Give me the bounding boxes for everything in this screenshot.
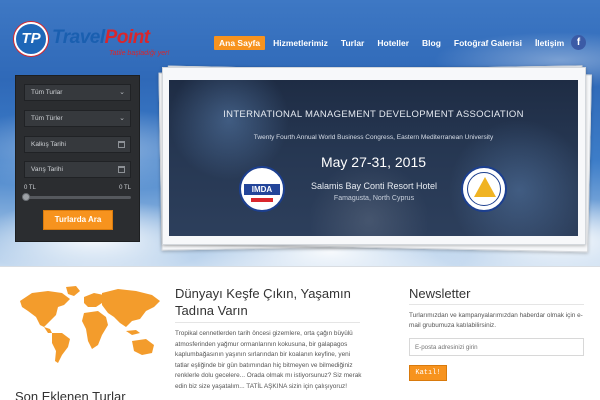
conference-banner[interactable]: INTERNATIONAL MANAGEMENT DEVELOPMENT ASS… bbox=[169, 80, 578, 236]
tour-search-panel: Tüm Turlar ⌄ Tüm Türler ⌄ Kalkış Tarihi … bbox=[15, 75, 140, 242]
banner-city: Famagusta, North Cyprus bbox=[333, 195, 415, 202]
tour-select-value: Tüm Turlar bbox=[31, 89, 63, 96]
search-tours-button[interactable]: Turlarda Ara bbox=[43, 210, 113, 230]
chevron-down-icon: ⌄ bbox=[119, 115, 125, 122]
hero-divider bbox=[0, 266, 600, 267]
world-map-icon bbox=[20, 286, 160, 363]
logo-badge-letters: TP bbox=[21, 30, 41, 47]
discover-text: Tropikal cennetlerden tarih öncesi gizem… bbox=[175, 330, 362, 390]
banner-date: May 27-31, 2015 bbox=[320, 154, 427, 170]
imda-logo-icon: IMDA bbox=[239, 166, 285, 212]
nav-item-home[interactable]: Ana Sayfa bbox=[214, 36, 266, 50]
price-range-track[interactable] bbox=[24, 196, 131, 199]
newsletter-join-button[interactable]: Katıl! bbox=[409, 365, 447, 381]
price-range-labels: 0 TL 0 TL bbox=[24, 185, 131, 191]
discover-title: Dünyayı Keşfe Çıkın, Yaşamın Tadına Varı… bbox=[175, 286, 351, 318]
price-max-label: 0 TL bbox=[119, 185, 131, 191]
calendar-icon bbox=[118, 141, 125, 148]
hero-section: TP TravelPoint Tatile başladığı yer! Ana… bbox=[0, 0, 600, 267]
nav-item-contact[interactable]: İletişim bbox=[530, 36, 569, 50]
newsletter-email-input[interactable] bbox=[409, 338, 584, 356]
university-seal-triangle bbox=[474, 177, 496, 197]
logo-name-travel: Travel bbox=[52, 27, 105, 48]
type-select[interactable]: Tüm Türler ⌄ bbox=[24, 110, 131, 127]
calendar-icon bbox=[118, 166, 125, 173]
logo-name-point: Point bbox=[104, 27, 151, 48]
main-nav: Ana Sayfa Hizmetlerimiz Turlar Hoteller … bbox=[214, 36, 572, 50]
university-seal-icon bbox=[461, 166, 507, 212]
price-range-handle[interactable] bbox=[22, 193, 30, 201]
nav-item-tours[interactable]: Turlar bbox=[336, 36, 369, 50]
banner-organization: INTERNATIONAL MANAGEMENT DEVELOPMENT ASS… bbox=[223, 109, 524, 120]
nav-item-hotels[interactable]: Hoteller bbox=[372, 36, 414, 50]
imda-logo-red-bar bbox=[251, 198, 273, 202]
type-select-value: Tüm Türler bbox=[31, 115, 63, 122]
chevron-down-icon: ⌄ bbox=[119, 89, 125, 96]
tour-select[interactable]: Tüm Turlar ⌄ bbox=[24, 84, 131, 101]
nav-item-gallery[interactable]: Fotoğraf Galerisi bbox=[449, 36, 527, 50]
return-date-input[interactable]: Varış Tarihi bbox=[24, 161, 131, 178]
departure-date-placeholder: Kalkış Tarihi bbox=[31, 141, 66, 148]
logo-name: TravelPoint bbox=[52, 27, 150, 49]
discover-divider bbox=[175, 322, 360, 323]
imda-logo-text: IMDA bbox=[251, 185, 273, 194]
latest-tours-title: Son Eklenen Turlar bbox=[15, 389, 126, 400]
banner-subtitle: Twenty Fourth Annual World Business Cong… bbox=[253, 134, 494, 141]
facebook-icon[interactable]: f bbox=[571, 35, 586, 50]
logo-tagline: Tatile başladığı yer! bbox=[109, 50, 170, 57]
price-min-label: 0 TL bbox=[24, 185, 36, 191]
nav-item-blog[interactable]: Blog bbox=[417, 36, 446, 50]
banner-venue: Salamis Bay Conti Resort Hotel bbox=[310, 181, 438, 191]
logo-badge: TP bbox=[14, 22, 48, 56]
departure-date-input[interactable]: Kalkış Tarihi bbox=[24, 136, 131, 153]
return-date-placeholder: Varış Tarihi bbox=[31, 166, 63, 173]
newsletter-title: Newsletter bbox=[409, 286, 471, 301]
newsletter-divider bbox=[409, 304, 584, 305]
travelpoint-logo[interactable]: TP TravelPoint Tatile başladığı yer! bbox=[14, 22, 174, 62]
newsletter-text: Turlarımızdan ve kampanyalarımızdan habe… bbox=[409, 312, 583, 329]
nav-item-services[interactable]: Hizmetlerimiz bbox=[268, 36, 333, 50]
